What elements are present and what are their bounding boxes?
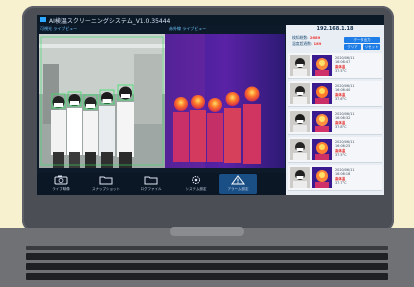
main-pane: 可視光 ライブビュー 赤外線 ライブビュー ライブ映像 スナップショット ログフ…: [37, 25, 286, 195]
thermal-view-label: 赤外線 ライブビュー: [169, 26, 207, 31]
toolbar-label: アラーム設定: [227, 187, 249, 191]
record-status: 37.5°C: [335, 69, 347, 74]
key-row: [26, 273, 388, 280]
laptop-hinge: [170, 227, 244, 236]
list-item[interactable]: 2020/06/11 16:06:18 高体温 37.7°C: [288, 165, 382, 191]
camera-view-label: 可視光 ライブビュー: [40, 26, 78, 31]
list-item[interactable]: 2020/06/11 16:06:40 高体温 37.6°C: [288, 81, 382, 107]
toolbar-label: システム設定: [185, 187, 207, 191]
alarm-settings-button[interactable]: アラーム設定: [219, 174, 257, 194]
results-sidebar: 192.168.1.18 検知総数: 2689 温度超過数: 189 データ出力…: [286, 25, 384, 195]
list-item[interactable]: 2020/06/11 16:06:25 高体温 37.5°C: [288, 137, 382, 163]
face-snapshot: [290, 83, 310, 104]
record-status: 37.6°C: [335, 97, 347, 102]
list-item[interactable]: 2020/06/11 16:06:47 高体温 37.5°C: [288, 53, 382, 79]
thermal-snapshot: [312, 83, 332, 104]
total-count-value: 2689: [309, 35, 321, 40]
record-status: 37.5°C: [335, 153, 347, 158]
record-status: 37.8°C: [335, 125, 347, 130]
view-labels: 可視光 ライブビュー 赤外線 ライブビュー: [37, 25, 286, 33]
thermal-snapshot: [312, 55, 332, 76]
folder-icon: [144, 175, 158, 185]
record-info: 2020/06/11 16:06:25 高体温 37.5°C: [335, 140, 355, 158]
folder-icon: [99, 175, 113, 185]
snapshot-button[interactable]: スナップショット: [87, 174, 125, 194]
record-status: 37.7°C: [335, 181, 347, 186]
key-row: [26, 263, 388, 270]
settings-button[interactable]: システム設定: [177, 174, 215, 194]
total-count-label: 検知総数:: [292, 35, 309, 40]
toolbar-label: スナップショット: [92, 187, 120, 191]
camera-icon: [54, 175, 68, 185]
camera-view[interactable]: [39, 34, 165, 168]
toolbar-label: ライブ映像: [52, 187, 70, 191]
device-ip: 192.168.1.18: [316, 26, 354, 32]
warning-icon: [231, 175, 245, 185]
thermal-snapshot: [312, 111, 332, 132]
record-info: 2020/06/11 16:06:32 高体温 37.8°C: [335, 112, 355, 130]
bottom-toolbar: ライブ映像 スナップショット ログファイル システム設定 アラーム設定: [37, 173, 286, 195]
alarm-count-label: 温度超過数:: [292, 41, 313, 46]
record-info: 2020/06/11 16:06:40 高体温 37.6°C: [335, 84, 355, 102]
key-row: [26, 246, 388, 250]
laptop-illustration: AI検温スクリーニングシステム_V1.0.35444 可視光 ライブビュー 赤外…: [0, 0, 414, 287]
app-window: AI検温スクリーニングシステム_V1.0.35444 可視光 ライブビュー 赤外…: [37, 15, 384, 195]
face-snapshot: [290, 55, 310, 76]
thermal-snapshot: [312, 139, 332, 160]
export-button[interactable]: データ出力: [344, 37, 380, 43]
log-file-button[interactable]: ログファイル: [132, 174, 170, 194]
app-icon: [40, 17, 46, 22]
face-snapshot: [290, 111, 310, 132]
camera-scene: [39, 34, 165, 168]
record-info: 2020/06/11 16:06:18 高体温 37.7°C: [335, 168, 355, 186]
record-info: 2020/06/11 16:06:47 高体温 37.5°C: [335, 56, 355, 74]
thermal-snapshot: [312, 167, 332, 188]
live-view-button[interactable]: ライブ映像: [42, 174, 80, 194]
keyboard: [26, 246, 388, 287]
alarm-count-value: 189: [313, 41, 322, 46]
list-item[interactable]: 2020/06/11 16:06:32 高体温 37.8°C: [288, 109, 382, 135]
window-title: AI検温スクリーニングシステム_V1.0.35444: [49, 18, 171, 25]
title-bar: AI検温スクリーニングシステム_V1.0.35444: [37, 15, 384, 25]
reset-button[interactable]: リセット: [363, 44, 380, 50]
gear-icon: [189, 175, 203, 185]
key-row: [26, 253, 388, 260]
toolbar-label: ログファイル: [140, 187, 162, 191]
alarm-count: 温度超過数: 189: [292, 41, 321, 47]
face-snapshot: [290, 167, 310, 188]
thermal-scene: [165, 34, 285, 168]
face-snapshot: [290, 139, 310, 160]
clear-button[interactable]: クリア: [344, 44, 361, 50]
thermal-view[interactable]: [165, 34, 285, 168]
